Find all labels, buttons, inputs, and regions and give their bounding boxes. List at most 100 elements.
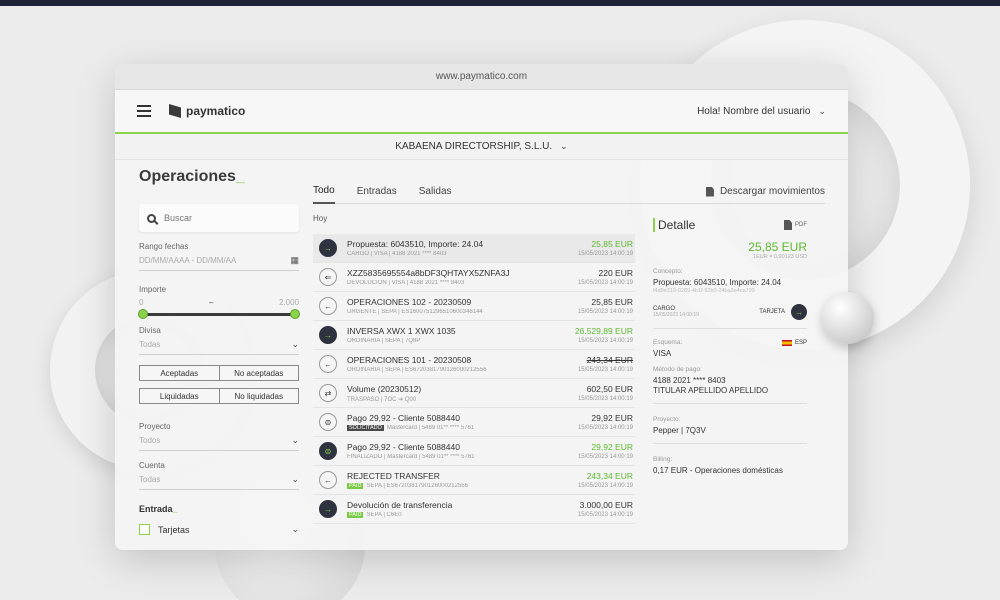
pay-method-holder: TITULAR APELLIDO APELLIDO [653, 386, 769, 395]
user-menu[interactable]: Hola! Nombre del usuario ⌄ [697, 106, 826, 117]
company-name: KABAENA DIRECTORSHIP, S.L.U. [395, 141, 553, 152]
page-title: Operaciones_ [139, 168, 245, 185]
operation-date: 15/05/2023 14:00:19 [577, 512, 633, 518]
operation-amount: 3.000,00 EUR [579, 500, 633, 510]
detail-type-row: CARGO 15/05/2023 14:00:19 TARJETA → [653, 304, 807, 320]
currency-select[interactable]: Todas ⌄ [139, 339, 299, 350]
currency-label: Divisa [139, 326, 161, 335]
operation-date: 15/05/2023 14:00:19 [577, 367, 633, 373]
operation-row[interactable]: → Propuesta: 6043510, Importe: 24.04 CARG… [313, 234, 635, 263]
settled-button[interactable]: Liquidadas [139, 388, 220, 404]
operation-subtitle: SEPA | C6E0 [366, 512, 402, 518]
operation-date: 15/05/2023 14:00:19 [577, 483, 633, 489]
spain-flag-icon [781, 339, 792, 346]
hamburger-menu-icon[interactable] [137, 105, 151, 117]
card-payment-icon: ⊜ [319, 442, 337, 460]
arrow-right-icon: → [319, 326, 337, 344]
logo[interactable]: paymatico [169, 104, 245, 118]
pay-method-label: Método de pago: [653, 366, 702, 373]
address-bar[interactable]: www.paymatico.com [115, 64, 848, 90]
search-box[interactable] [139, 204, 299, 232]
refund-icon: ⇐ [319, 268, 337, 286]
amount-values: 0 – 2.000 [139, 298, 299, 307]
concept-value: Propuesta: 6043510, Importe: 24.04 [653, 278, 782, 287]
operation-title: Propuesta: 6043510, Importe: 24.04 [347, 239, 484, 249]
download-movements-button[interactable]: Descargar movimientos [705, 186, 825, 197]
operation-row[interactable]: → INVERSA XWX 1 XWX 1035 ORDINARIA | SEPA… [313, 321, 635, 350]
pdf-label: PDF [795, 222, 807, 228]
operation-amount: 243,34 EUR [586, 355, 633, 365]
card-payment-icon: ⊜ [319, 413, 337, 431]
operation-row[interactable]: ⇐ XZZ5835695554a8bDF3QHTAYX5ZNFA3J DEVOLU… [313, 263, 635, 292]
not-settled-button[interactable]: No liquidadas [219, 388, 299, 404]
divider [139, 489, 299, 490]
operation-row[interactable]: ← OPERACIONES 101 - 20230508 ORDINARIA | … [313, 350, 635, 379]
scheme-value: VISA [653, 349, 672, 358]
chevron-down-icon: ⌄ [818, 105, 826, 116]
amount-slider-min-handle[interactable] [138, 309, 148, 319]
detail-title: Detalle [653, 218, 695, 232]
amount-slider[interactable] [138, 309, 300, 319]
operation-row[interactable]: → Devolución de transferencia PAID SEPA | … [313, 495, 635, 524]
search-input[interactable] [164, 213, 274, 223]
divider [139, 270, 299, 271]
concept-label: Concepto: [653, 268, 683, 275]
browser-window: www.paymatico.com paymatico Hola! Nombre… [115, 64, 848, 550]
company-selector[interactable]: KABAENA DIRECTORSHIP, S.L.U. ⌄ [115, 134, 848, 160]
operations-list: → Propuesta: 6043510, Importe: 24.04 CARG… [313, 234, 635, 524]
url-text: www.paymatico.com [435, 71, 528, 82]
detail-exchange-rate: 1EUR = 0,90123 USD [753, 254, 807, 260]
country-flag: ESP [781, 339, 807, 346]
tab-all[interactable]: Todo [313, 180, 335, 204]
chevron-down-icon: ⌄ [291, 524, 299, 534]
date-range-field[interactable]: DD/MM/AAAA - DD/MM/AA ▦ [139, 255, 299, 266]
operation-title: INVERSA XWX 1 XWX 1035 [347, 326, 456, 336]
app-header: paymatico Hola! Nombre del usuario ⌄ [115, 90, 848, 134]
operation-title: Pago 29,92 - Cliente 5088440 [347, 413, 460, 423]
operation-amount: 29,92 EUR [591, 413, 633, 423]
status-badge: PAID [347, 512, 364, 518]
tab-entries[interactable]: Entradas [357, 180, 397, 204]
cards-checkbox[interactable] [139, 524, 150, 535]
chevron-down-icon: ⌄ [560, 141, 568, 151]
amount-min: 0 [139, 298, 144, 307]
amount-label: Importe [139, 285, 167, 294]
not-accepted-button[interactable]: No aceptadas [219, 365, 299, 381]
operation-row[interactable]: ← REJECTED TRANSFER PAID SEPA | ES67203817… [313, 466, 635, 495]
arrow-left-icon: ← [319, 471, 337, 489]
amount-slider-max-handle[interactable] [290, 309, 300, 319]
operation-row[interactable]: ← OPERACIONES 102 - 20230509 URGENTE | SE… [313, 292, 635, 321]
operation-subtitle: CARGO | VISA | 4188 2021 **** 8403 [347, 251, 447, 257]
chevron-down-icon: ⌄ [291, 474, 299, 484]
divider [139, 354, 299, 355]
cards-filter[interactable]: Tarjetas ⌄ [139, 524, 299, 535]
operation-title: REJECTED TRANSFER [347, 471, 440, 481]
top-strip [0, 0, 1000, 6]
tab-outgoing[interactable]: Salidas [419, 180, 452, 204]
accepted-button[interactable]: Aceptadas [139, 365, 220, 381]
operation-row[interactable]: ⊜ Pago 29,92 - Cliente 5088440 SOLICITADO… [313, 408, 635, 437]
arrow-right-icon: → [791, 304, 807, 320]
detail-header: Detalle PDF [653, 214, 807, 236]
operation-amount: 25,85 EUR [591, 297, 633, 307]
operation-date: 15/05/2023 14:00:19 [577, 251, 633, 257]
logo-text: paymatico [186, 104, 246, 118]
operation-subtitle: FINALIZADO | Mastercard | 5489 01** ****… [347, 454, 475, 460]
operation-row[interactable]: ⇄ Volume (20230512) TRASPASO | 7OC ➔ Q00 … [313, 379, 635, 408]
amount-max: 2.000 [278, 298, 299, 307]
operation-subtitle: URGENTE | SEPA | ES160075129651060034614… [347, 309, 483, 315]
operation-amount: 26.529,89 EUR [574, 326, 633, 336]
pdf-download-button[interactable]: PDF [784, 220, 807, 230]
country-code: ESP [794, 339, 807, 346]
account-select[interactable]: Todas ⌄ [139, 474, 299, 485]
operation-row[interactable]: ⊜ Pago 29,92 - Cliente 5088440 FINALIZADO… [313, 437, 635, 466]
filters-panel: Rango fechas DD/MM/AAAA - DD/MM/AA ▦ Imp… [138, 204, 300, 535]
chevron-down-icon: ⌄ [291, 339, 299, 349]
account-label: Cuenta [139, 461, 165, 470]
project-select[interactable]: Todos ⌄ [139, 435, 299, 446]
cards-label: Tarjetas [158, 524, 190, 535]
arrow-right-icon: → [319, 239, 337, 257]
project-value: Todos [139, 436, 161, 445]
arrow-left-icon: ← [319, 297, 337, 315]
scheme-label: Esquema: [653, 339, 683, 346]
